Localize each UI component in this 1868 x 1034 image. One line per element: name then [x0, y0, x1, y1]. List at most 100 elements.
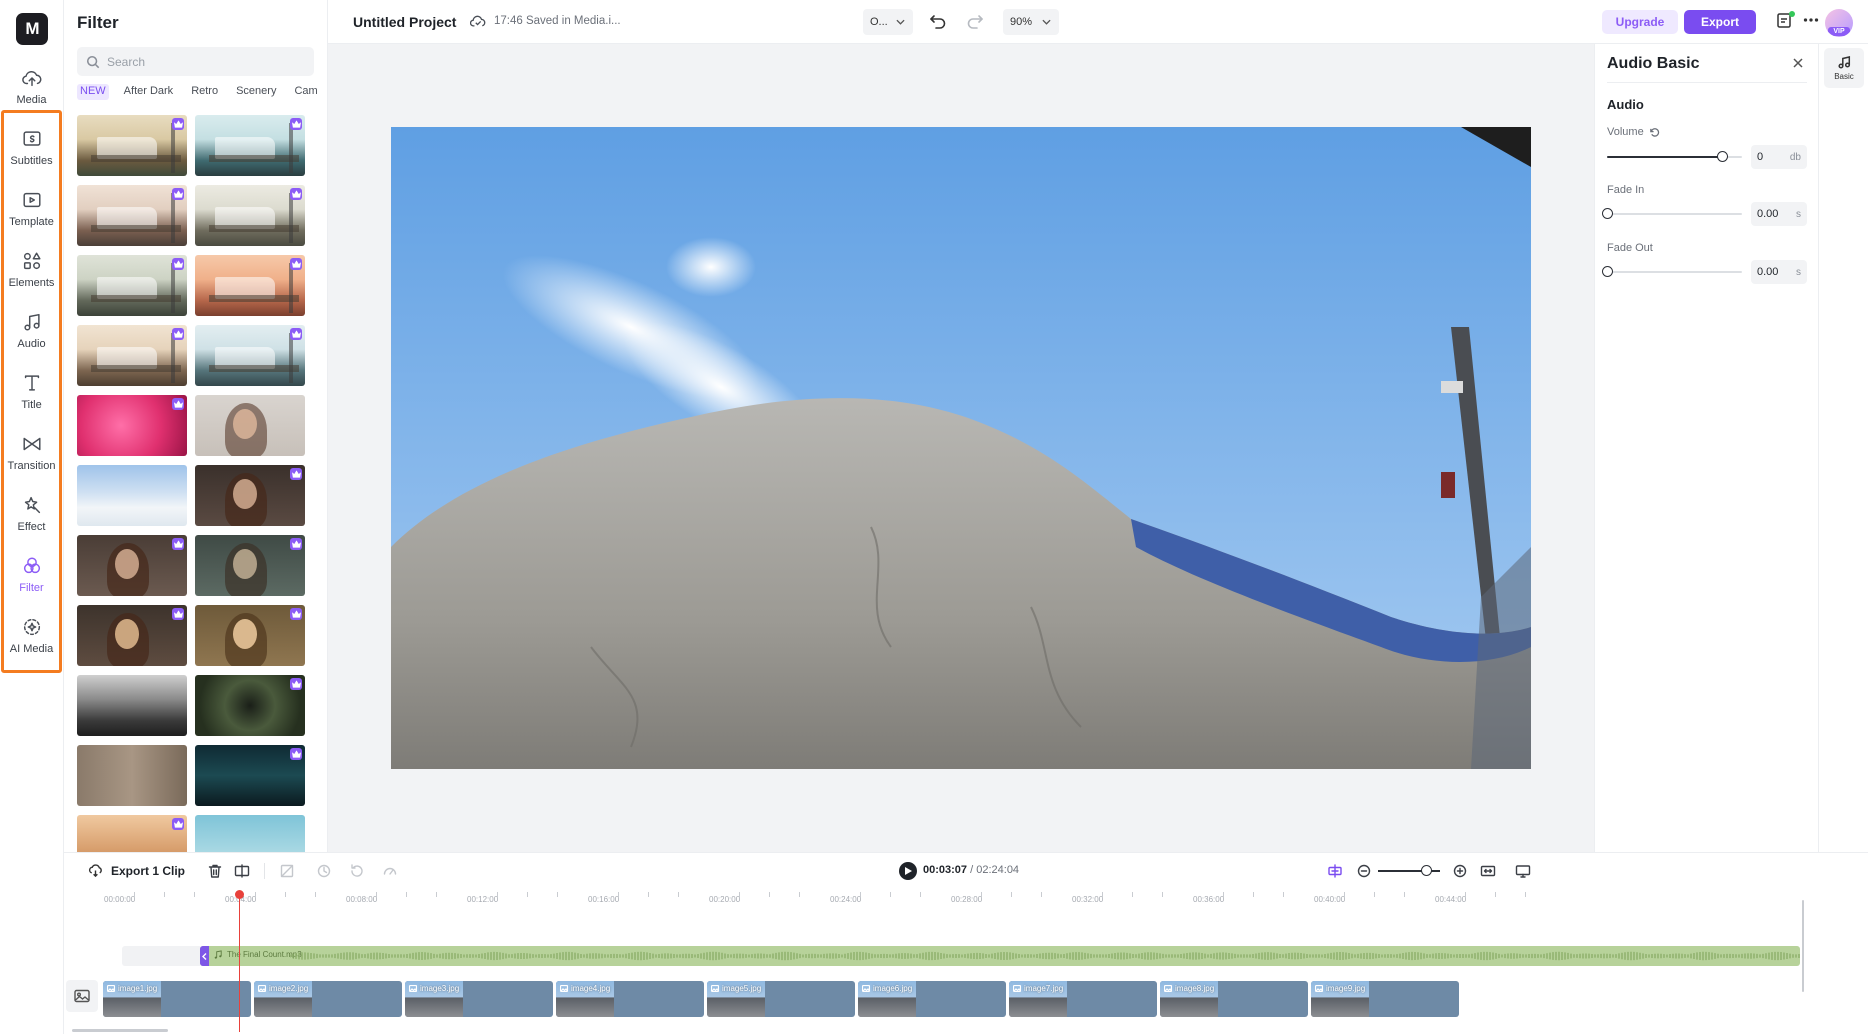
timeline-horizontal-scrollbar[interactable] — [72, 1029, 168, 1032]
video-clip[interactable]: image1.jpg — [103, 981, 251, 1017]
timeline-vertical-scrollbar[interactable] — [1802, 900, 1804, 992]
image-icon — [560, 985, 568, 992]
timeline[interactable]: 00:00:00 00:04:00 00:08:00 00:12:00 00:16:00… — [64, 888, 1868, 1034]
slider-knob[interactable] — [1602, 208, 1613, 219]
reset-icon[interactable] — [1649, 127, 1660, 138]
video-clip[interactable]: image4.jpg — [556, 981, 704, 1017]
fade-out-input[interactable]: 0.00 s — [1751, 260, 1807, 284]
video-track-header[interactable] — [66, 980, 98, 1012]
project-title[interactable]: Untitled Project — [353, 14, 456, 30]
fade-in-slider[interactable] — [1602, 208, 1742, 220]
freeze-button[interactable] — [316, 863, 332, 879]
filter-thumbnail[interactable] — [77, 255, 187, 316]
category-tab[interactable]: Scenery — [233, 84, 279, 100]
category-tab[interactable]: NEW — [77, 84, 109, 100]
aspect-ratio-dropdown[interactable]: O... — [863, 9, 913, 35]
filter-thumbnail[interactable] — [77, 675, 187, 736]
timeline-zoom-slider[interactable] — [1378, 865, 1440, 879]
filter-thumbnail[interactable] — [77, 465, 187, 526]
upgrade-button[interactable]: Upgrade — [1602, 10, 1678, 34]
filter-thumbnail[interactable] — [77, 185, 187, 246]
nav-item-transition[interactable]: Transition — [3, 424, 60, 480]
category-tab[interactable]: Retro — [188, 84, 221, 100]
zoom-out-button[interactable] — [1356, 863, 1372, 879]
category-tab[interactable]: After Dark — [121, 84, 177, 100]
slider-knob[interactable] — [1421, 865, 1433, 876]
play-button[interactable] — [899, 862, 917, 880]
video-clip[interactable]: image6.jpg — [858, 981, 1006, 1017]
fit-timeline-button[interactable] — [1480, 863, 1496, 879]
premium-crown-icon — [290, 538, 302, 550]
filter-thumbnail[interactable] — [195, 185, 305, 246]
nav-item-audio[interactable]: Audio — [3, 302, 60, 358]
app-logo[interactable]: M — [16, 13, 48, 45]
volume-slider[interactable] — [1607, 151, 1742, 163]
video-clip[interactable]: image8.jpg — [1160, 981, 1308, 1017]
slider-knob[interactable] — [1602, 266, 1613, 277]
fade-out-slider[interactable] — [1602, 266, 1742, 278]
export-clip-button[interactable]: Export 1 Clip — [88, 863, 185, 878]
nav-item-ai-media[interactable]: AI Media — [3, 607, 60, 663]
fade-in-input[interactable]: 0.00 s — [1751, 202, 1807, 226]
filter-thumbnail[interactable] — [195, 535, 305, 596]
zoom-in-button[interactable] — [1452, 863, 1468, 879]
filter-thumbnail[interactable] — [77, 815, 187, 852]
clip-label: image1.jpg — [107, 984, 157, 993]
search-input[interactable] — [107, 54, 297, 69]
nav-item-elements[interactable]: Elements — [3, 241, 60, 297]
more-options-button[interactable] — [1802, 11, 1822, 31]
avatar[interactable]: VIP — [1825, 9, 1853, 37]
timeline-ruler[interactable]: 00:00:00 00:04:00 00:08:00 00:12:00 00:16:00… — [64, 888, 1868, 908]
nav-item-media[interactable]: Media — [3, 58, 60, 114]
cloud-upload-icon — [21, 70, 41, 86]
video-clip[interactable]: image7.jpg — [1009, 981, 1157, 1017]
crop-button[interactable] — [279, 863, 295, 879]
nav-item-subtitles[interactable]: Subtitles — [3, 119, 60, 175]
export-button[interactable]: Export — [1684, 10, 1756, 34]
nav-item-effect[interactable]: Effect — [3, 485, 60, 541]
filter-thumbnail[interactable] — [77, 535, 187, 596]
filter-thumbnail[interactable] — [77, 395, 187, 456]
volume-input[interactable]: 0 db — [1751, 145, 1807, 169]
split-button[interactable] — [234, 863, 250, 879]
volume-unit: db — [1789, 151, 1801, 163]
tasks-button[interactable] — [1775, 11, 1795, 31]
nav-item-title[interactable]: Title — [3, 363, 60, 419]
filter-thumbnail[interactable] — [77, 745, 187, 806]
video-clip[interactable]: image9.jpg — [1311, 981, 1459, 1017]
undo-button[interactable] — [929, 12, 949, 32]
snap-button[interactable] — [1327, 863, 1343, 879]
filter-thumbnail[interactable] — [195, 395, 305, 456]
nav-item-filter[interactable]: Filter — [3, 546, 60, 602]
filter-thumbnail[interactable] — [195, 115, 305, 176]
speed-button[interactable] — [382, 863, 398, 879]
filter-thumbnail[interactable] — [195, 325, 305, 386]
clip-trim-handle[interactable] — [200, 946, 209, 966]
filter-thumbnail[interactable] — [195, 745, 305, 806]
delete-button[interactable] — [207, 863, 223, 879]
filter-thumbnail[interactable] — [77, 115, 187, 176]
tab-basic[interactable]: Basic — [1824, 48, 1864, 88]
playhead[interactable] — [235, 890, 244, 1032]
filter-thumbnail[interactable] — [195, 605, 305, 666]
video-clip[interactable]: image3.jpg — [405, 981, 553, 1017]
filter-thumbnail[interactable] — [77, 605, 187, 666]
reverse-button[interactable] — [349, 863, 365, 879]
screen-button[interactable] — [1515, 863, 1531, 879]
video-clip[interactable]: image5.jpg — [707, 981, 855, 1017]
filter-thumbnail[interactable] — [77, 325, 187, 386]
nav-item-template[interactable]: Template — [3, 180, 60, 236]
filter-thumbnail[interactable] — [195, 255, 305, 316]
filter-thumbnail[interactable] — [195, 815, 305, 852]
zoom-dropdown[interactable]: 90% — [1003, 9, 1059, 35]
category-tab[interactable]: Camera — [291, 84, 317, 100]
video-preview[interactable] — [391, 127, 1531, 769]
video-clip[interactable]: image2.jpg — [254, 981, 402, 1017]
filter-thumbnail[interactable] — [195, 465, 305, 526]
slider-knob[interactable] — [1716, 151, 1728, 162]
audio-clip[interactable]: The Final Count.mp3 — [200, 946, 1800, 966]
close-button[interactable] — [1791, 56, 1805, 70]
redo-button[interactable] — [966, 12, 986, 32]
search-box[interactable] — [77, 47, 314, 76]
filter-thumbnail[interactable] — [195, 675, 305, 736]
